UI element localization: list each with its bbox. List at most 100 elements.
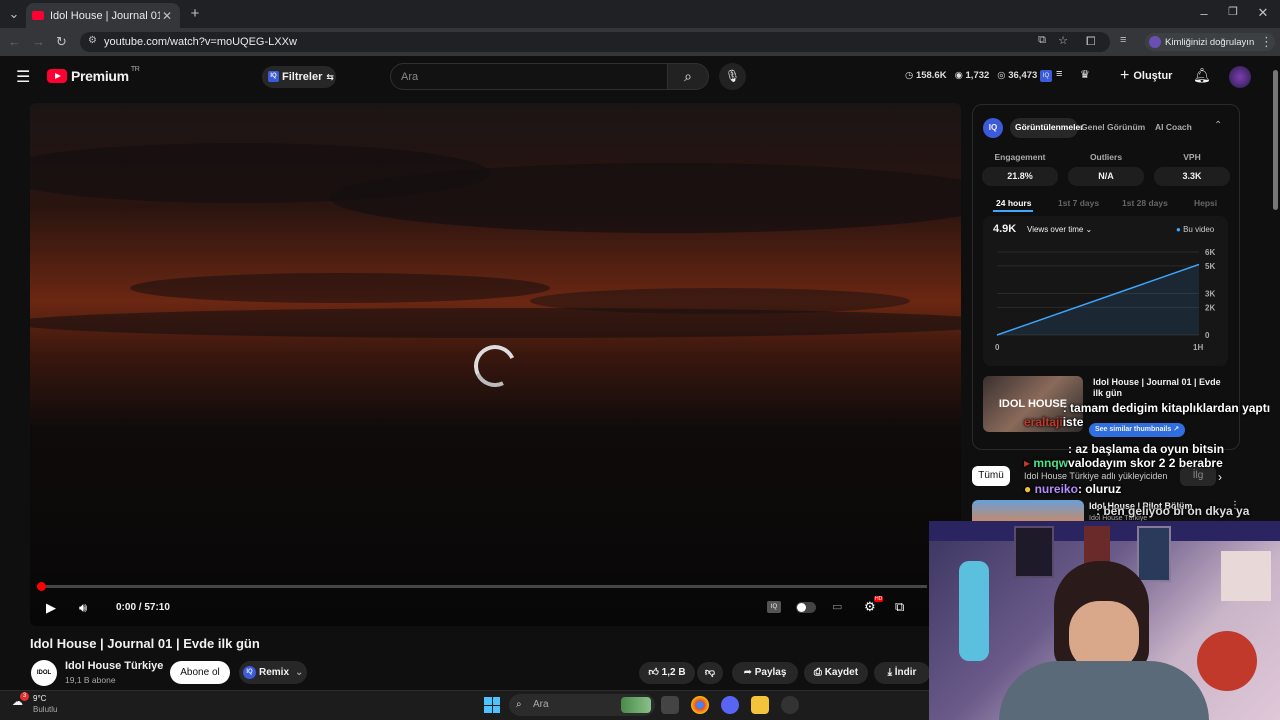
taskbar-search-label: Ara: [533, 699, 549, 710]
remix-label: Remix: [259, 667, 290, 678]
back-icon[interactable]: ←: [8, 34, 21, 49]
address-bar[interactable]: ⚙ youtube.com/watch?v=moUQEG-LXXw ⧉ ☆: [80, 32, 1110, 52]
settings-gear-icon[interactable]: ⚙ HD: [864, 596, 884, 615]
create-label: Oluştur: [1133, 70, 1173, 82]
tab-title: Idol House | Journal 01 | Evde i: [50, 9, 160, 22]
plus-icon: +: [1120, 67, 1130, 84]
tab-search-icon[interactable]: ⌄: [6, 6, 22, 22]
miniplayer-icon[interactable]: ⧉: [895, 599, 904, 615]
channel-avatar[interactable]: IDOL: [31, 660, 57, 686]
url-text: youtube.com/watch?v=moUQEG-LXXw: [104, 36, 297, 48]
tab-views[interactable]: Görüntülenmeler: [1015, 122, 1083, 134]
new-tab-icon[interactable]: +: [187, 5, 203, 22]
save-button[interactable]: ⎙ Kaydet: [804, 662, 868, 684]
chat-message-3: ● nureiko: oluruz: [1024, 482, 1121, 496]
share-button[interactable]: ➦ Paylaş: [732, 662, 798, 684]
page-scrollbar[interactable]: [1270, 60, 1280, 520]
remix-button[interactable]: IQ Remix ⌄: [239, 661, 307, 684]
start-button[interactable]: [484, 697, 500, 713]
like-button[interactable]: 👍︎ 1,2 B: [639, 662, 695, 684]
views-dropdown-label: Views over time: [1027, 225, 1084, 234]
tab-overview[interactable]: Genel Görünüm: [1081, 122, 1145, 134]
install-app-icon[interactable]: ⧉: [1038, 34, 1046, 47]
reload-icon[interactable]: ↻: [56, 34, 67, 50]
chat-user-2: mnqw: [1033, 456, 1069, 470]
filters-button[interactable]: IQ Filtreler ⇆: [262, 66, 336, 88]
remix-icon: IQ: [243, 666, 256, 679]
search-input[interactable]: Ara: [390, 63, 668, 90]
like-count: 1,2 B: [661, 667, 686, 678]
vidiq-extension-icon[interactable]: IQ: [1040, 70, 1052, 82]
hamburger-menu-icon[interactable]: ☰: [16, 67, 30, 87]
range-all[interactable]: Hepsi: [1194, 198, 1217, 208]
chat-user-1: eraltaji: [1024, 415, 1063, 429]
profile-button[interactable]: Kimliğinizi doğrulayın: [1145, 33, 1275, 51]
range-7d[interactable]: 1st 7 days: [1058, 198, 1099, 208]
rec-title[interactable]: Idol House | Journal 01 | Evde ilk gün: [1093, 377, 1223, 399]
video-progress-bar[interactable]: [37, 582, 927, 591]
youtube-logo[interactable]: Premium TR: [47, 66, 140, 84]
progress-scrubber[interactable]: [37, 582, 46, 591]
chrome-icon[interactable]: [691, 696, 709, 714]
trophy-icon[interactable]: ♛: [1080, 68, 1090, 81]
dislike-button[interactable]: 👎︎: [697, 662, 723, 684]
legend-label: Bu video: [1183, 225, 1215, 234]
volume-icon[interactable]: 🔊︎: [79, 600, 87, 616]
search-icon: ⌕: [684, 68, 692, 84]
window-close-icon[interactable]: ✕: [1256, 5, 1270, 21]
collapse-chevron-icon[interactable]: ⌃: [1214, 120, 1222, 131]
poster: [1221, 551, 1271, 601]
list-icon[interactable]: ≡: [1056, 68, 1062, 80]
vidiq-player-icon[interactable]: IQ: [767, 601, 781, 613]
tab-ai-coach[interactable]: AI Coach: [1155, 122, 1192, 134]
chat-message-2: ▸ mnqw: az başlama da oyun bitsin valoda…: [1024, 442, 1268, 470]
browser-tab[interactable]: Idol House | Journal 01 | Evde i ✕: [26, 3, 180, 28]
chip-all[interactable]: Tümü: [972, 466, 1010, 486]
subtitles-icon[interactable]: ▭: [832, 600, 842, 613]
play-icon[interactable]: ▶: [46, 600, 56, 616]
chips-next-icon[interactable]: ›: [1218, 470, 1222, 484]
autoplay-toggle[interactable]: [796, 602, 816, 613]
weather-badge: 3: [20, 692, 29, 701]
rec2-thumbnail[interactable]: [972, 500, 1084, 522]
chevron-down-icon: ⌄: [295, 667, 304, 678]
range-underline: [993, 210, 1033, 212]
taskbar-search[interactable]: ⌕ Ara: [509, 694, 655, 716]
search-button[interactable]: ⌕: [667, 63, 709, 90]
subscriber-count: 19,1 B abone: [65, 675, 116, 685]
scrollbar-thumb[interactable]: [1273, 70, 1278, 210]
restore-icon[interactable]: ❐: [1226, 5, 1240, 18]
download-button[interactable]: ⤓ İndir: [874, 662, 930, 684]
extensions-icon[interactable]: ⧠: [1086, 34, 1096, 49]
stat-time: ◷ 158.6K: [905, 70, 947, 81]
browser-menu-icon[interactable]: ⋮: [1260, 34, 1273, 50]
thumbs-down-icon: 👎︎: [704, 667, 716, 678]
metric-label-engagement: Engagement: [994, 152, 1046, 162]
discord-icon[interactable]: [721, 696, 739, 714]
views-dropdown[interactable]: Views over time ⌄: [1027, 225, 1092, 234]
range-24h[interactable]: 24 hours: [996, 198, 1031, 208]
tab-close-icon[interactable]: ✕: [160, 9, 174, 23]
file-explorer-icon[interactable]: [751, 696, 769, 714]
range-28d[interactable]: 1st 28 days: [1122, 198, 1168, 208]
minimize-icon[interactable]: –: [1197, 6, 1211, 21]
subscribe-button[interactable]: Abone ol: [170, 661, 230, 684]
create-button[interactable]: + Oluştur: [1120, 64, 1172, 88]
channel-name[interactable]: Idol House Türkiye: [65, 660, 163, 672]
time-display: 0:00 / 57:10: [116, 602, 170, 613]
microphone-arm: [959, 561, 989, 661]
voice-search-button[interactable]: 🎙: [719, 63, 746, 90]
bookmark-icon: ⎙: [813, 667, 822, 678]
y-tick-label: 3K: [1205, 290, 1215, 299]
vidiq-logo: IQ: [983, 118, 1003, 138]
site-info-icon[interactable]: ⚙: [88, 35, 97, 46]
reading-list-icon[interactable]: ≡: [1120, 34, 1126, 46]
forward-icon[interactable]: →: [32, 34, 45, 49]
account-avatar[interactable]: [1229, 66, 1251, 88]
bookmark-star-icon[interactable]: ☆: [1058, 34, 1068, 47]
video-title: Idol House | Journal 01 | Evde ilk gün: [30, 636, 260, 651]
task-view-icon[interactable]: [661, 696, 679, 714]
app-icon[interactable]: [781, 696, 799, 714]
notifications-bell-icon[interactable]: 🔔︎: [1193, 67, 1211, 84]
metric-value-outliers: N/A: [1068, 167, 1144, 186]
